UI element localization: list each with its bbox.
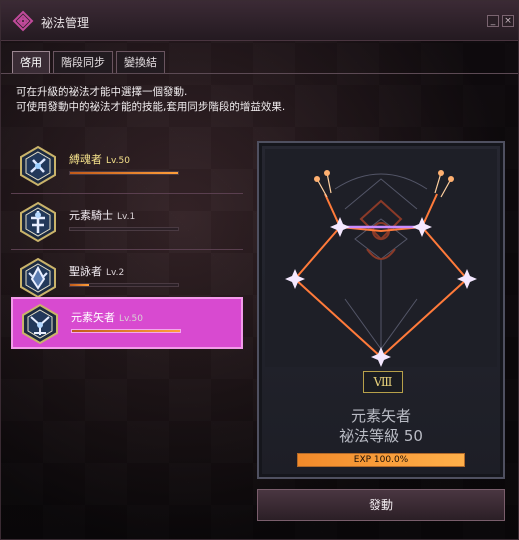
mystic-item-elemental-knight[interactable]: 元素騎士 Lv.1 bbox=[11, 197, 243, 247]
mystic-item-soul-binder[interactable]: 縛魂者 Lv.50 bbox=[11, 141, 243, 191]
mystic-name-text: 元素騎士 bbox=[69, 209, 113, 222]
description-line-1: 可在升級的祕法才能中選擇一個發動. bbox=[16, 86, 188, 98]
minimize-button[interactable]: _ bbox=[487, 15, 499, 27]
progress-fill bbox=[70, 284, 90, 286]
exp-text: EXP 100.0% bbox=[353, 455, 409, 465]
mystic-logo-icon bbox=[12, 10, 34, 32]
mystic-item-hymn-singer[interactable]: 聖詠者 Lv.2 bbox=[11, 253, 243, 303]
soul-binder-emblem-icon bbox=[20, 145, 56, 187]
description-line-2: 可使用發動中的祕法才能的技能,套用同步階段的增益效果. bbox=[16, 101, 286, 113]
elemental-knight-emblem-icon bbox=[20, 201, 56, 243]
description: 可在升級的祕法才能中選擇一個發動. 可使用發動中的祕法才能的技能,套用同步階段的… bbox=[16, 85, 285, 115]
mystic-name: 縛魂者 Lv.50 bbox=[69, 151, 130, 167]
mystic-level: Lv.1 bbox=[117, 212, 136, 222]
title-bar[interactable]: 祕法管理 _ × bbox=[1, 1, 518, 41]
mystic-name: 聖詠者 Lv.2 bbox=[69, 263, 124, 279]
tab-bar: 啓用 階段同步 變換結 bbox=[12, 51, 165, 73]
list-divider bbox=[11, 193, 243, 194]
preview-mystic-level: 祕法等級 50 bbox=[339, 427, 423, 445]
close-button[interactable]: × bbox=[502, 15, 514, 27]
mystic-management-window: 祕法管理 _ × 啓用 階段同步 變換結 可在升級的祕法才能中選擇一個發動. 可… bbox=[0, 0, 519, 540]
mystic-progress-bar bbox=[69, 171, 179, 175]
mystic-name: 元素矢者 Lv.50 bbox=[71, 309, 143, 325]
activate-button[interactable]: 發動 bbox=[257, 489, 505, 521]
mystic-name: 元素騎士 Lv.1 bbox=[69, 207, 135, 223]
mystic-rank-badge: Ⅷ bbox=[363, 371, 403, 393]
tab-divider bbox=[1, 73, 518, 74]
mystic-progress-bar bbox=[69, 283, 179, 287]
mystic-item-elemental-archer[interactable]: 元素矢者 Lv.50 bbox=[11, 297, 243, 349]
window-title: 祕法管理 bbox=[41, 16, 90, 30]
preview-mystic-name: 元素矢者 bbox=[350, 407, 411, 425]
elemental-archer-art-icon bbox=[265, 149, 497, 367]
mystic-level: Lv.2 bbox=[106, 268, 125, 278]
progress-fill bbox=[72, 330, 180, 332]
mystic-level: Lv.50 bbox=[106, 156, 130, 166]
mystic-name-text: 元素矢者 bbox=[71, 311, 115, 324]
mystic-name-text: 聖詠者 bbox=[69, 265, 102, 278]
elemental-archer-emblem-icon bbox=[22, 303, 58, 345]
list-divider bbox=[11, 249, 243, 250]
mystic-preview-panel: Ⅷ 元素矢者 祕法等級 50 EXP 100.0% bbox=[257, 141, 505, 479]
mystic-progress-bar bbox=[71, 329, 181, 333]
tab-transform[interactable]: 變換結 bbox=[116, 51, 165, 73]
hymn-singer-emblem-icon bbox=[20, 257, 56, 299]
mystic-progress-bar bbox=[69, 227, 179, 231]
mystic-name-text: 縛魂者 bbox=[69, 153, 102, 166]
mystic-level: Lv.50 bbox=[119, 314, 143, 324]
progress-fill bbox=[70, 172, 178, 174]
exp-bar: EXP 100.0% bbox=[297, 453, 465, 467]
tab-activate[interactable]: 啓用 bbox=[12, 51, 50, 73]
tab-stage-sync[interactable]: 階段同步 bbox=[53, 51, 113, 73]
